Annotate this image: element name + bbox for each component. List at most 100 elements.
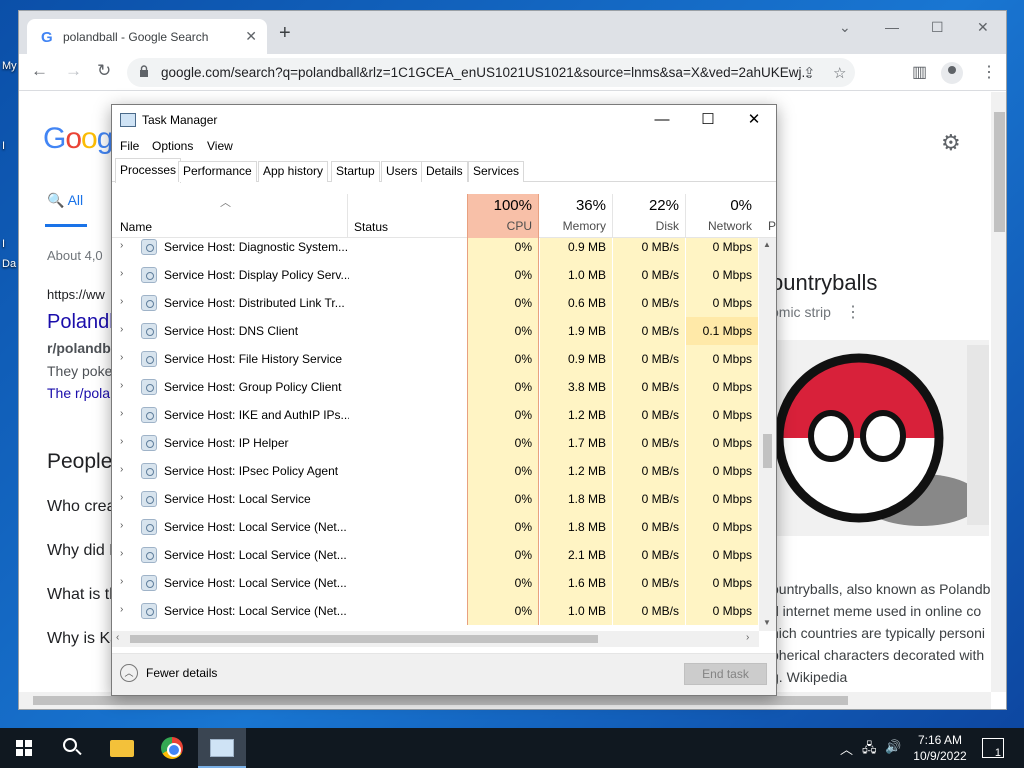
- expand-chevron-icon[interactable]: ›: [120, 576, 123, 587]
- expand-chevron-icon[interactable]: ›: [120, 548, 123, 559]
- menu-options[interactable]: Options: [152, 139, 193, 153]
- column-header-power[interactable]: P: [768, 219, 776, 233]
- share-icon[interactable]: ⇪: [803, 64, 816, 82]
- menu-view[interactable]: View: [207, 139, 233, 153]
- address-bar[interactable]: google.com/search?q=polandball&rlz=1C1GC…: [127, 58, 855, 87]
- process-row[interactable]: › Service Host: Display Policy Serv... 0% 1…: [112, 261, 759, 289]
- desktop-icon-label[interactable]: My: [2, 60, 17, 72]
- expand-chevron-icon[interactable]: ›: [120, 240, 123, 251]
- process-row[interactable]: › Service Host: IP Helper 0% 1.7 MB 0 MB/s 0 …: [112, 429, 759, 457]
- process-row[interactable]: › Service Host: Local Service (Net... 0% 1.…: [112, 597, 759, 625]
- process-row[interactable]: › Service Host: Local Service 0% 1.8 MB 0 MB…: [112, 485, 759, 513]
- scroll-down-icon[interactable]: ▼: [763, 618, 771, 627]
- tab-services[interactable]: Services: [468, 161, 525, 182]
- result-sitelink[interactable]: The r/pola: [47, 385, 110, 401]
- maximize-button[interactable]: ☐: [685, 109, 731, 131]
- maximize-button[interactable]: ☐: [931, 19, 944, 36]
- column-header-disk[interactable]: 22% Disk: [613, 194, 685, 238]
- process-row[interactable]: › Service Host: Local Service (Net... 0% 1.…: [112, 569, 759, 597]
- polandball-image[interactable]: [771, 340, 989, 536]
- network-icon[interactable]: 🖧: [862, 739, 877, 761]
- profile-avatar[interactable]: [941, 62, 963, 84]
- task-manager-titlebar[interactable]: Task Manager — ☐ ✕: [112, 105, 776, 135]
- scrollbar-thumb[interactable]: [130, 635, 598, 643]
- notification-center-icon[interactable]: 1: [982, 738, 1004, 759]
- taskbar-chrome[interactable]: [148, 728, 196, 768]
- close-window-button[interactable]: ✕: [977, 19, 989, 36]
- menu-kebab-icon[interactable]: ⋮: [981, 62, 997, 82]
- close-button[interactable]: ✕: [731, 109, 776, 131]
- expand-chevron-icon[interactable]: ›: [120, 604, 123, 615]
- tab-startup[interactable]: Startup: [331, 161, 380, 182]
- column-header-status[interactable]: Status: [354, 220, 388, 234]
- desktop-icon-label[interactable]: I: [2, 238, 5, 250]
- process-row[interactable]: › Service Host: Local Service (Net... 0% 1.…: [112, 513, 759, 541]
- process-row[interactable]: › Service Host: Local Service (Net... 0% 2.…: [112, 541, 759, 569]
- tab-performance[interactable]: Performance: [178, 161, 257, 182]
- expand-chevron-icon[interactable]: ›: [120, 352, 123, 363]
- expand-chevron-icon[interactable]: ›: [120, 436, 123, 447]
- menu-file[interactable]: File: [120, 139, 139, 153]
- tab-app-history[interactable]: App history: [258, 161, 329, 182]
- column-header-name[interactable]: Name: [120, 220, 152, 234]
- minimize-button[interactable]: —: [885, 19, 899, 35]
- process-row[interactable]: › Service Host: DNS Client 0% 1.9 MB 0 MB/s 0…: [112, 317, 759, 345]
- scrollbar-thumb[interactable]: [994, 112, 1005, 232]
- search-tab-all[interactable]: 🔍 All: [47, 192, 83, 209]
- kp-description-line[interactable]: g. Wikipedia: [771, 669, 847, 685]
- desktop-icon-label[interactable]: I: [2, 140, 5, 152]
- process-row[interactable]: › Service Host: File History Service 0% 0.9…: [112, 345, 759, 373]
- expand-chevron-icon[interactable]: ›: [120, 408, 123, 419]
- end-task-button[interactable]: End task: [684, 663, 767, 685]
- more-options-icon[interactable]: ⋮: [845, 302, 861, 322]
- expand-chevron-icon[interactable]: ›: [120, 268, 123, 279]
- column-header-memory[interactable]: 36% Memory: [540, 194, 612, 238]
- paa-question[interactable]: What is th: [47, 586, 118, 604]
- scroll-up-icon[interactable]: ▲: [763, 240, 771, 249]
- show-hidden-icons-chevron-icon[interactable]: ︿: [840, 739, 853, 758]
- settings-gear-icon[interactable]: ⚙: [941, 130, 961, 156]
- google-logo[interactable]: Goog: [43, 122, 113, 156]
- process-row[interactable]: › Service Host: IKE and AuthIP IPs... 0% 1.…: [112, 401, 759, 429]
- result-title[interactable]: Polandl: [47, 311, 114, 334]
- minimize-button[interactable]: —: [639, 109, 685, 131]
- back-arrow-icon[interactable]: ←: [31, 62, 48, 80]
- process-row[interactable]: › Service Host: IPsec Policy Agent 0% 1.2 M…: [112, 457, 759, 485]
- expand-chevron-icon[interactable]: ›: [120, 380, 123, 391]
- desktop-icon-label[interactable]: Da: [2, 258, 16, 270]
- reload-icon[interactable]: ↻: [97, 62, 111, 80]
- process-list-horizontal-scrollbar[interactable]: ‹ ›: [112, 631, 759, 647]
- browser-tab[interactable]: G polandball - Google Search ✕: [27, 19, 267, 54]
- new-tab-button[interactable]: +: [279, 23, 291, 43]
- paa-question[interactable]: Who crea: [47, 498, 115, 516]
- taskbar-file-explorer[interactable]: [98, 728, 146, 768]
- result-url[interactable]: https://ww: [47, 287, 105, 302]
- expand-chevron-icon[interactable]: ›: [120, 324, 123, 335]
- scrollbar-thumb[interactable]: [33, 696, 848, 705]
- paa-question[interactable]: Why is Ka: [47, 630, 119, 648]
- chevron-up-circle-icon[interactable]: ︿: [120, 664, 138, 682]
- scrollbar-thumb[interactable]: [763, 434, 772, 468]
- process-row[interactable]: › Service Host: Group Policy Client 0% 3.8 …: [112, 373, 759, 401]
- tab-users[interactable]: Users: [381, 161, 423, 182]
- scroll-left-icon[interactable]: ‹: [116, 632, 119, 643]
- taskbar-task-manager[interactable]: [198, 728, 246, 768]
- column-header-network[interactable]: 0% Network: [686, 194, 758, 238]
- fewer-details-link[interactable]: Fewer details: [146, 666, 217, 680]
- page-vertical-scrollbar[interactable]: [991, 92, 1006, 692]
- expand-chevron-icon[interactable]: ›: [120, 464, 123, 475]
- column-divider[interactable]: [347, 194, 348, 238]
- close-tab-icon[interactable]: ✕: [245, 28, 257, 45]
- tab-processes[interactable]: Processes: [115, 158, 182, 183]
- expand-chevron-icon[interactable]: ›: [120, 296, 123, 307]
- side-panel-icon[interactable]: ▥: [912, 62, 927, 82]
- process-row[interactable]: › Service Host: Distributed Link Tr... 0% 0…: [112, 289, 759, 317]
- start-button[interactable]: [0, 728, 48, 768]
- expand-chevron-icon[interactable]: ›: [120, 492, 123, 503]
- tab-search-icon[interactable]: ⌄: [839, 19, 851, 36]
- process-row[interactable]: › Service Host: Diagnostic System... 0% 0.9…: [112, 238, 759, 261]
- column-header-cpu[interactable]: 100% CPU: [467, 194, 539, 238]
- taskbar-search-button[interactable]: [48, 728, 96, 768]
- tab-details[interactable]: Details: [421, 161, 468, 182]
- volume-icon[interactable]: 🔊: [885, 739, 901, 755]
